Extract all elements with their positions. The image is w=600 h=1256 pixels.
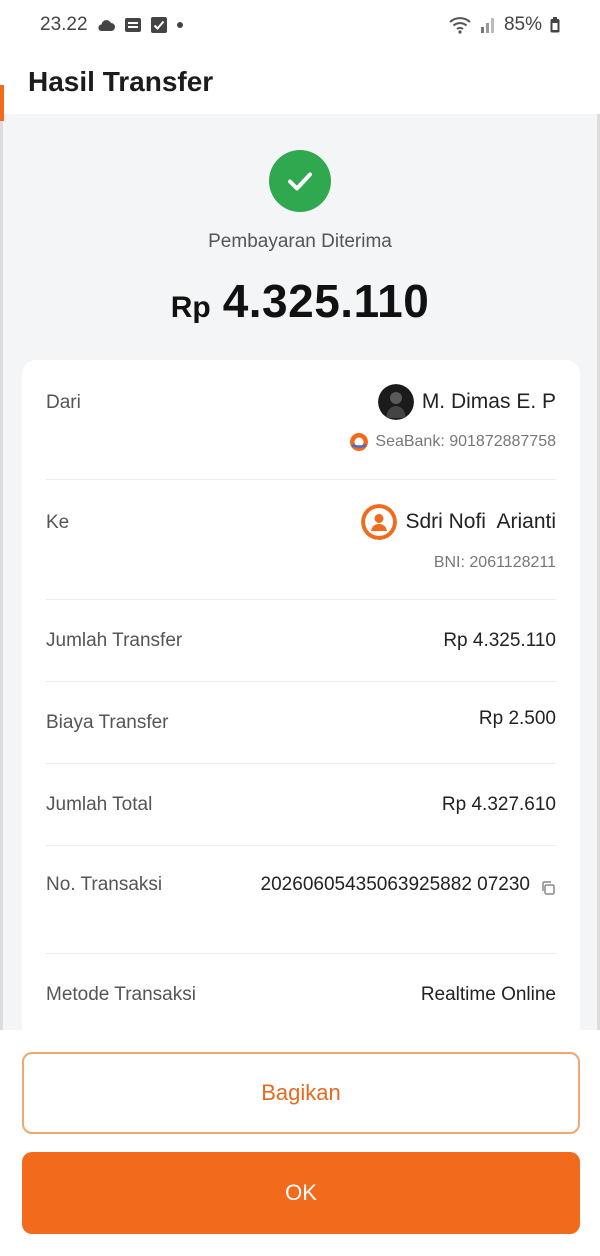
share-button[interactable]: Bagikan [22,1052,580,1134]
sender-name: M. Dimas E. P [421,390,556,413]
transfer-amount-label: Jumlah Transfer [46,630,183,651]
detail-row-transfer-amount: Jumlah Transfer Rp 4.325.110 [46,600,556,682]
total-value: Rp 4.327.610 [441,794,556,815]
signal-icon [480,16,496,34]
status-bar: 23.22 85% [0,0,600,50]
dot-icon [176,21,184,29]
to-label: Ke [46,512,70,533]
copy-icon[interactable] [540,880,556,902]
transaction-no-wrap: 20260605435063925882 07230 [250,872,556,902]
status-right: 85% [448,14,560,36]
wifi-icon [448,16,472,34]
app-header: Hasil Transfer [0,50,600,114]
transaction-details-card: Dari M. Dimas E. P SeaBank: 901872887758… [22,360,580,1040]
method-value: Realtime Online [420,984,556,1005]
result-summary: Pembayaran Diterima Rp 4.325.110 [0,114,600,359]
page-title: Hasil Transfer [28,66,214,97]
amount-currency: Rp [170,291,211,324]
from-label: Dari [46,392,81,413]
payment-status-text: Pembayaran Diterima [208,231,392,252]
sender-account-text: SeaBank: 901872887758 [375,433,556,450]
ok-button[interactable]: OK [22,1152,580,1234]
recipient-name: Sdri Nofi Arianti [405,510,556,533]
recipient-account: BNI: 2061128211 [433,554,556,571]
recipient-avatar-icon [361,504,398,540]
detail-row-to: Ke Sdri Nofi Arianti BNI: 2061128211 [46,480,556,600]
transfer-fee-value: Rp 2.500 [478,708,556,729]
detail-row-total: Jumlah Total Rp 4.327.610 [46,764,556,846]
status-time: 23.22 [40,14,88,35]
sender-account: SeaBank: 901872887758 [349,432,556,452]
cloud-icon [96,18,116,32]
payment-amount: Rp 4.325.110 [0,274,600,328]
seabank-logo-icon [349,432,369,452]
status-left: 23.22 [40,14,184,36]
method-label: Metode Transaksi [46,984,196,1005]
transaction-no-value: 20260605435063925882 07230 [260,874,530,895]
battery-percent: 85% [503,14,542,35]
detail-row-method: Metode Transaksi Realtime Online [46,954,556,1040]
detail-row-from: Dari M. Dimas E. P SeaBank: 901872887758 [46,360,556,480]
from-name-line: M. Dimas E. P [377,384,556,420]
total-label: Jumlah Total [46,794,153,815]
check-box-icon [150,16,168,34]
battery-icon [550,17,560,33]
check-circle-icon [269,150,331,212]
sender-avatar [377,384,414,420]
image-icon [124,16,142,34]
amount-value: 4.325.110 [222,275,430,327]
to-name-line: Sdri Nofi Arianti [361,504,556,540]
detail-row-transfer-fee: Biaya Transfer Rp 2.500 [46,682,556,764]
transfer-amount-value: Rp 4.325.110 [443,630,556,651]
transaction-no-label: No. Transaksi [46,874,163,895]
detail-row-transaction-no: No. Transaksi 20260605435063925882 07230 [46,846,556,954]
transfer-fee-label: Biaya Transfer [46,712,169,733]
